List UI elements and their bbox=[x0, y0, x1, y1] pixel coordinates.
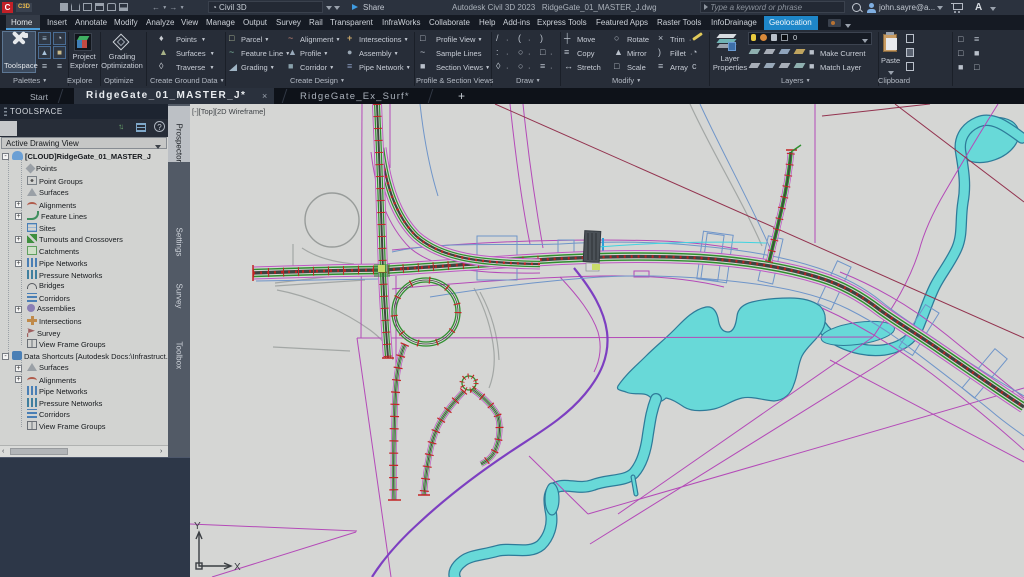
svg-text:X: X bbox=[234, 562, 241, 573]
svg-text:Y: Y bbox=[194, 521, 201, 532]
